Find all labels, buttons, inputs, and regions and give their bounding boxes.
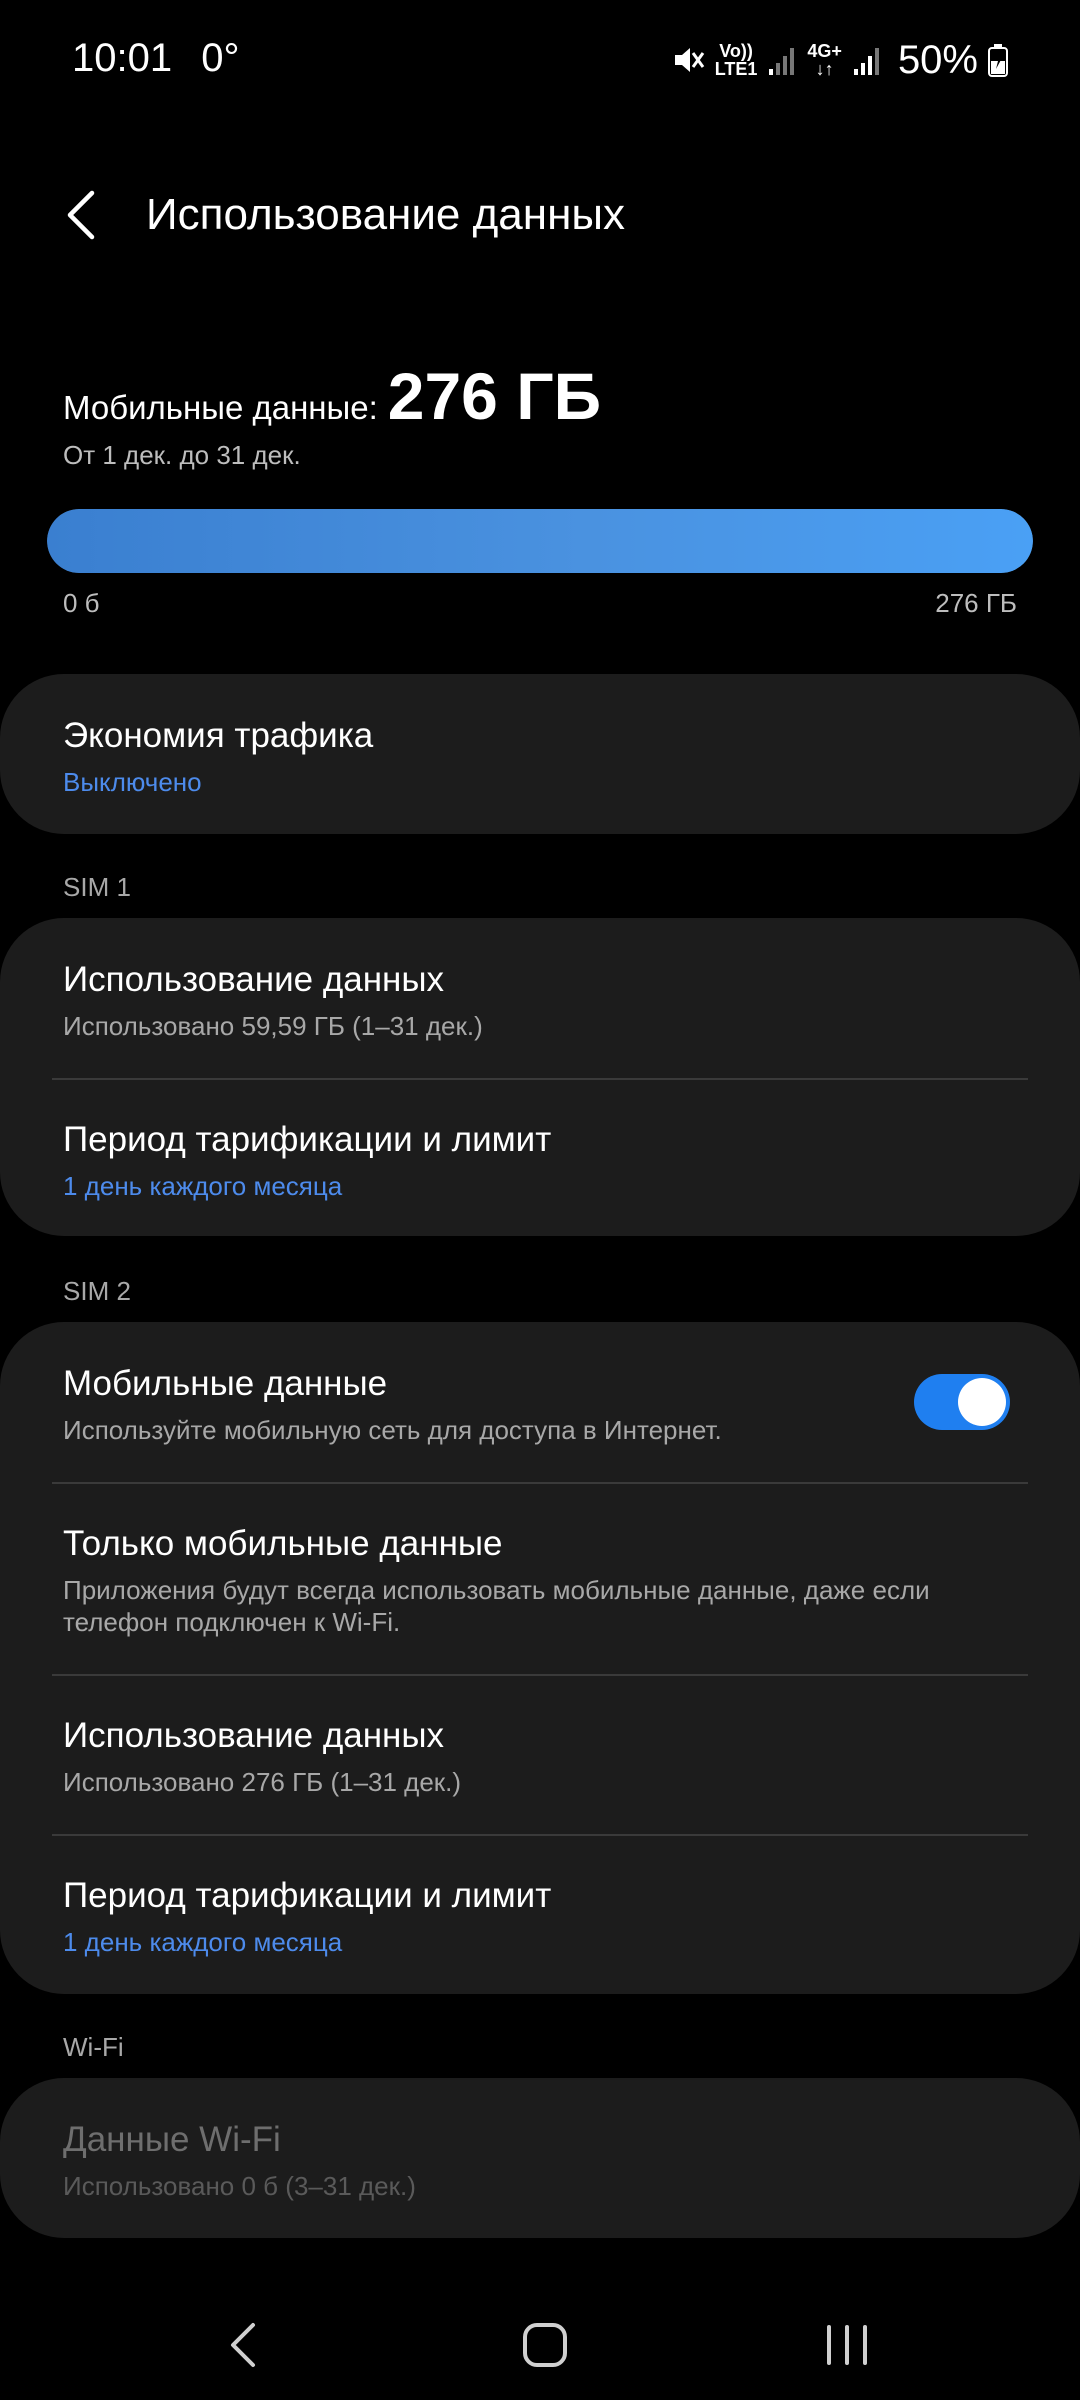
data-arrows-icon: 4G+ ↓↑ <box>807 42 842 78</box>
mobile-data-toggle[interactable] <box>914 1374 1010 1430</box>
sim1-billing-item[interactable]: Период тарификации и лимит 1 день каждог… <box>0 1078 1080 1236</box>
page-title: Использование данных <box>146 190 625 239</box>
system-nav-bar <box>0 2280 1080 2400</box>
volte-indicator: Vo)) LTE1 <box>715 42 758 78</box>
summary-value: 276 ГБ <box>387 359 602 433</box>
sim2-billing-title: Период тарификации и лимит <box>63 1876 552 1915</box>
sim2-usage-item[interactable]: Использование данных Использовано 276 ГБ… <box>0 1674 1080 1834</box>
summary-label: Мобильные данные: <box>63 389 378 426</box>
sim2-mobile-data-subtitle: Используйте мобильную сеть для доступа в… <box>63 1415 722 1445</box>
nav-home-button[interactable] <box>500 2300 590 2390</box>
sim2-usage-subtitle: Использовано 276 ГБ (1–31 дек.) <box>63 1767 462 1797</box>
chevron-left-icon <box>67 190 95 240</box>
sim1-billing-title: Период тарификации и лимит <box>63 1120 552 1159</box>
sim2-billing-item[interactable]: Период тарификации и лимит 1 день каждог… <box>0 1834 1080 1994</box>
status-temperature: 0° <box>201 36 240 80</box>
sim2-mobile-data-item[interactable]: Мобильные данные Используйте мобильную с… <box>0 1322 1080 1482</box>
sim1-billing-subtitle: 1 день каждого месяца <box>63 1171 343 1201</box>
signal-icon <box>767 43 797 77</box>
battery-percent: 50% <box>897 37 978 82</box>
toggle-knob <box>958 1378 1006 1426</box>
status-clock: 10:01 0° <box>72 36 239 81</box>
sim1-usage-item[interactable]: Использование данных Использовано 59,59 … <box>0 918 1080 1078</box>
data-saver-item[interactable]: Экономия трафика Выключено <box>0 674 1080 798</box>
bar-min-label: 0 б <box>63 588 100 618</box>
battery-charging-icon <box>988 43 1008 77</box>
status-icons: Vo)) LTE1 4G+ ↓↑ 50% <box>671 36 1008 84</box>
bar-max-label: 276 ГБ <box>935 588 1017 618</box>
recents-nav-icon <box>827 2325 867 2365</box>
sim2-mobile-only-title: Только мобильные данные <box>63 1524 503 1563</box>
usage-progress-bar <box>47 509 1033 573</box>
sim2-mobile-data-title: Мобильные данные <box>63 1364 388 1403</box>
signal-icon <box>852 43 882 77</box>
mute-icon <box>671 43 705 77</box>
summary-period: От 1 дек. до 31 дек. <box>63 440 301 470</box>
sim2-section-label: SIM 2 <box>63 1276 131 1306</box>
wifi-card: Данные Wi-Fi Использовано 0 б (3–31 дек.… <box>0 2078 1080 2238</box>
sim2-mobile-only-subtitle: Приложения будут всегда использовать моб… <box>63 1575 930 1637</box>
wifi-data-item[interactable]: Данные Wi-Fi Использовано 0 б (3–31 дек.… <box>0 2078 1080 2202</box>
nav-back-button[interactable] <box>198 2300 288 2390</box>
net-type-label: 4G+ <box>807 41 842 61</box>
sim1-section-label: SIM 1 <box>63 872 131 902</box>
data-arrows-glyph: ↓↑ <box>815 59 834 79</box>
wifi-section-label: Wi-Fi <box>63 2032 124 2062</box>
app-bar: Использование данных <box>0 170 1080 260</box>
sim2-card: Мобильные данные Используйте мобильную с… <box>0 1322 1080 1994</box>
usage-progress-fill <box>47 509 1033 573</box>
volte-label: Vo)) <box>719 41 753 61</box>
wifi-data-subtitle: Использовано 0 б (3–31 дек.) <box>63 2171 416 2201</box>
data-saver-title: Экономия трафика <box>63 716 374 755</box>
sim1-card: Использование данных Использовано 59,59 … <box>0 918 1080 1236</box>
data-saver-status: Выключено <box>63 767 202 797</box>
sim2-usage-title: Использование данных <box>63 1716 445 1755</box>
wifi-data-title: Данные Wi-Fi <box>63 2120 281 2159</box>
sim1-usage-title: Использование данных <box>63 960 445 999</box>
home-nav-icon <box>523 2323 567 2367</box>
back-nav-icon <box>231 2323 255 2367</box>
status-time: 10:01 <box>72 36 173 80</box>
sim1-usage-subtitle: Использовано 59,59 ГБ (1–31 дек.) <box>63 1011 483 1041</box>
status-bar: 10:01 0° Vo)) LTE1 4G+ ↓↑ 50% <box>0 0 1080 120</box>
data-saver-card: Экономия трафика Выключено <box>0 674 1080 834</box>
sim2-mobile-only-item[interactable]: Только мобильные данные Приложения будут… <box>0 1482 1080 1674</box>
usage-summary: Мобильные данные: 276 ГБ От 1 дек. до 31… <box>63 358 1023 471</box>
nav-recents-button[interactable] <box>802 2300 892 2390</box>
lte1-label: LTE1 <box>714 59 758 79</box>
back-button[interactable] <box>52 182 112 248</box>
sim2-billing-subtitle: 1 день каждого месяца <box>63 1927 343 1957</box>
